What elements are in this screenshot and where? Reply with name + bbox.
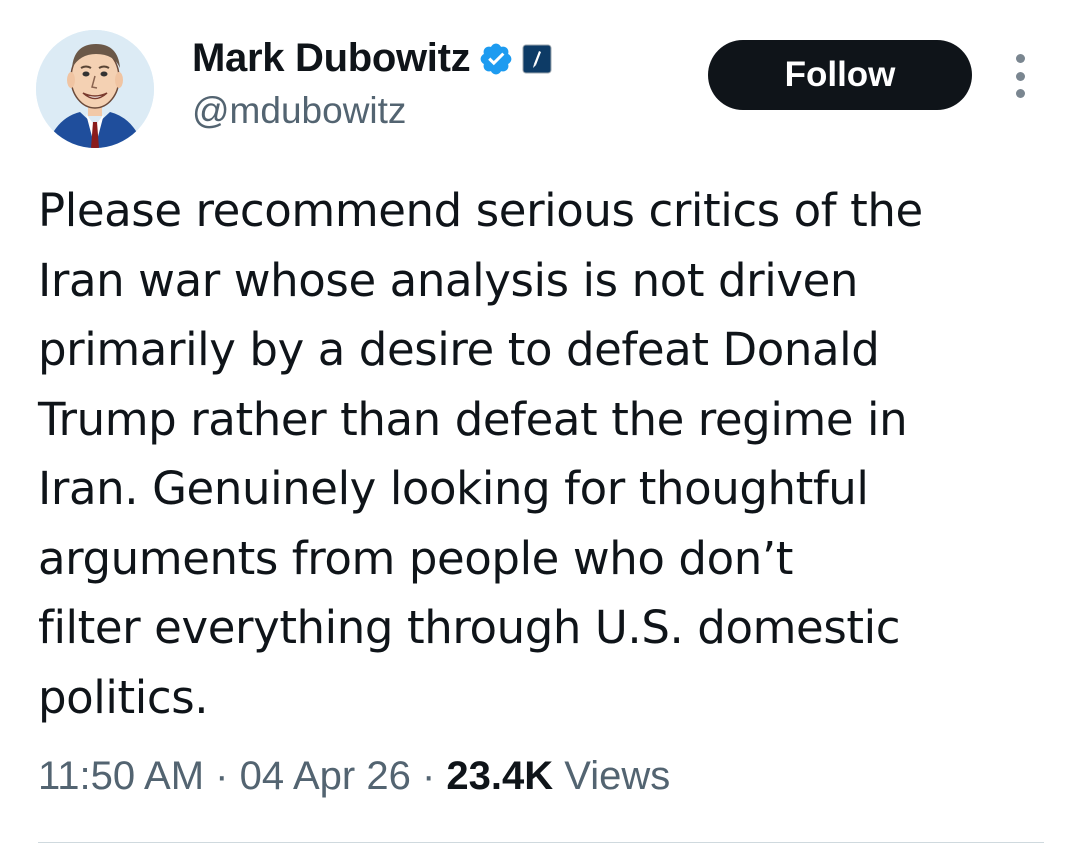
author-name-row: Mark Dubowitz — [192, 36, 552, 81]
affiliation-badge-icon[interactable] — [522, 44, 552, 74]
tweet-meta: 11:50 AM · 04 Apr 26 · 23.4K Views — [38, 754, 670, 799]
tweet-text-line: Please recommend serious critics of the — [38, 184, 923, 237]
author-handle[interactable]: @mdubowitz — [192, 90, 406, 132]
tweet-text-line: politics. — [38, 670, 209, 724]
author-display-name[interactable]: Mark Dubowitz — [192, 36, 471, 81]
tweet-time[interactable]: 11:50 AM — [38, 754, 204, 798]
meta-separator: · — [410, 754, 447, 798]
meta-separator: · — [204, 754, 240, 798]
tweet-text-line: arguments from people who don’t — [38, 531, 793, 585]
views-count[interactable]: 23.4K — [446, 754, 553, 798]
divider — [38, 842, 1044, 843]
tweet-text-line: Iran war whose analysis is not driven — [38, 253, 859, 307]
tweet-text-line: Trump rather than defeat the regime in — [38, 392, 908, 446]
tweet-text: Please recommend serious critics of the … — [38, 176, 1048, 732]
more-dot — [1015, 54, 1025, 63]
tweet-card: Mark Dubowitz @mdubowitz Follow Please r… — [0, 0, 1080, 848]
tweet-text-line: Iran. Genuinely looking for thoughtful — [38, 462, 869, 515]
more-options-icon[interactable] — [1006, 54, 1034, 98]
avatar[interactable] — [36, 30, 154, 148]
tweet-text-line: primarily by a desire to defeat Donald — [38, 323, 880, 376]
follow-button[interactable]: Follow — [708, 40, 972, 110]
more-dot — [1015, 71, 1025, 81]
more-dot — [1015, 89, 1025, 98]
verified-badge-icon[interactable] — [478, 41, 514, 77]
caricature-avatar-icon — [36, 30, 154, 148]
views-label: Views — [553, 754, 671, 798]
tweet-text-line: filter everything through U.S. domestic — [38, 601, 901, 654]
tweet-date[interactable]: 04 Apr 26 — [240, 754, 411, 798]
